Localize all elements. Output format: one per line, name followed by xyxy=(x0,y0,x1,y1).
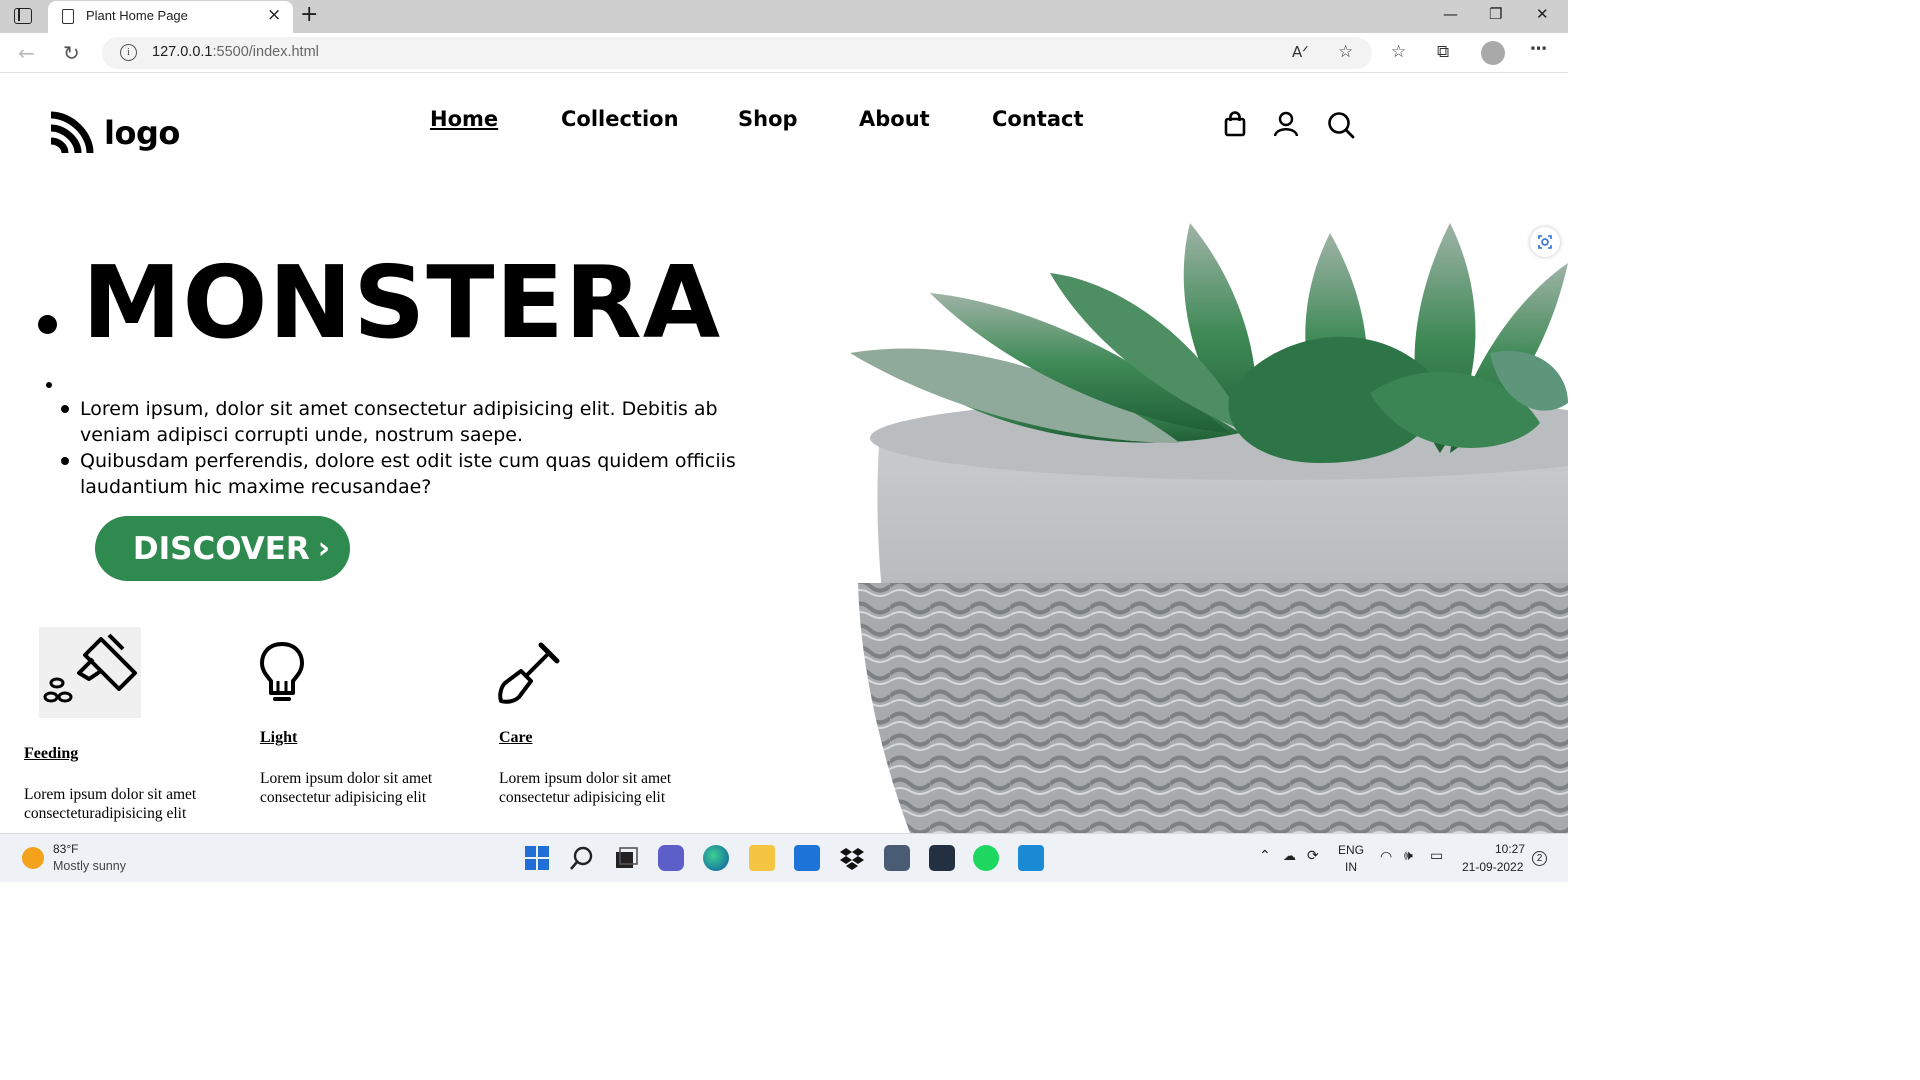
volume-icon[interactable]: 🕪 xyxy=(1404,847,1413,864)
tab-actions-icon[interactable] xyxy=(14,8,32,24)
weather-sun-icon[interactable] xyxy=(22,847,44,869)
minimize-button[interactable]: — xyxy=(1443,5,1458,23)
feature-light-text: Lorem ipsum dolor sit amet consectetur a… xyxy=(260,770,433,806)
list-bullet xyxy=(61,405,69,413)
hero-paragraph-1: Lorem ipsum, dolor sit amet consectetur … xyxy=(80,398,718,446)
show-hidden-icons-icon[interactable]: ⌃ xyxy=(1259,847,1271,864)
nav-collection[interactable]: Collection xyxy=(561,107,679,131)
github-desktop-icon[interactable] xyxy=(884,845,910,871)
weather-temperature[interactable]: 83°F xyxy=(53,842,78,856)
discover-button[interactable]: DISCOVER › xyxy=(95,516,350,581)
site-info-icon[interactable]: i xyxy=(120,44,137,61)
url-text[interactable]: 127.0.0.1:5500/index.html xyxy=(152,44,319,60)
battery-icon[interactable]: ▭ xyxy=(1430,847,1443,864)
new-tab-button[interactable]: + xyxy=(300,2,318,27)
web-page: logo Home Collection Shop About Contact … xyxy=(0,73,1568,833)
region-label[interactable]: IN xyxy=(1345,860,1357,874)
nav-contact[interactable]: Contact xyxy=(992,107,1084,131)
empty-list-bullet xyxy=(46,382,52,388)
feature-feeding-title[interactable]: Feeding xyxy=(24,745,78,763)
visual-search-button[interactable] xyxy=(1530,227,1560,257)
more-options-icon[interactable]: ⋯ xyxy=(1530,39,1547,59)
maximize-button[interactable]: ❐ xyxy=(1489,5,1502,23)
dropbox-icon[interactable] xyxy=(839,845,865,871)
search-icon[interactable] xyxy=(1327,111,1355,139)
list-bullet xyxy=(38,315,57,334)
profile-avatar[interactable] xyxy=(1481,41,1505,65)
nav-about[interactable]: About xyxy=(859,107,930,131)
nav-shop[interactable]: Shop xyxy=(738,107,798,131)
teams-chat-icon[interactable] xyxy=(658,845,684,871)
browser-tab[interactable]: Plant Home Page × xyxy=(48,1,293,33)
watering-can-icon xyxy=(39,627,141,718)
wifi-icon[interactable]: ◠ xyxy=(1380,848,1392,865)
feature-care-text: Lorem ipsum dolor sit amet consectetur a… xyxy=(499,770,672,806)
user-icon[interactable] xyxy=(1273,111,1299,137)
address-bar[interactable]: i 127.0.0.1:5500/index.html Aᐟ ☆ xyxy=(102,37,1372,69)
shovel-icon xyxy=(498,642,560,704)
shopping-bag-icon[interactable] xyxy=(1223,111,1247,137)
list-bullet xyxy=(61,457,69,465)
logo-text: logo xyxy=(104,114,180,152)
address-bar-row: ← ↻ i 127.0.0.1:5500/index.html Aᐟ ☆ ☆ ⧉… xyxy=(0,33,1568,73)
file-explorer-icon[interactable] xyxy=(749,845,775,871)
language-label[interactable]: ENG xyxy=(1338,843,1364,857)
hero-paragraph-2: Quibusdam perferendis, dolore est odit i… xyxy=(80,450,736,498)
clock-date[interactable]: 21-09-2022 xyxy=(1462,860,1523,874)
close-window-button[interactable]: ✕ xyxy=(1536,5,1549,23)
windows-taskbar: 83°F Mostly sunny ⌃ ☁ ⟳ ENG IN ◠ 🕪 ▭ 10:… xyxy=(0,833,1568,882)
hero-title: MONSTERA xyxy=(82,244,722,361)
back-arrow-icon[interactable]: ← xyxy=(18,41,35,65)
cortana-icon[interactable] xyxy=(929,845,955,871)
edge-browser-icon[interactable] xyxy=(703,845,729,871)
start-menu-icon[interactable] xyxy=(524,845,550,871)
close-tab-icon[interactable]: × xyxy=(267,5,281,25)
browser-tab-bar: Plant Home Page × + — ❐ ✕ xyxy=(0,0,1568,33)
refresh-icon[interactable]: ↻ xyxy=(63,41,80,65)
add-favorite-icon[interactable]: ☆ xyxy=(1338,42,1353,62)
favorites-icon[interactable]: ☆ xyxy=(1391,42,1406,62)
page-icon xyxy=(62,9,74,24)
read-aloud-icon[interactable]: Aᐟ xyxy=(1292,43,1309,61)
chevron-right-icon: › xyxy=(317,531,331,566)
taskbar-search-icon[interactable] xyxy=(569,845,595,871)
feature-feeding-text: Lorem ipsum dolor sit amet consecteturad… xyxy=(24,786,197,822)
onedrive-icon[interactable]: ☁ xyxy=(1283,848,1296,864)
mail-icon[interactable] xyxy=(794,845,820,871)
sync-icon[interactable]: ⟳ xyxy=(1307,847,1319,864)
nav-home[interactable]: Home xyxy=(430,107,498,131)
succulent-pot-image xyxy=(850,223,1568,833)
notification-badge[interactable]: 2 xyxy=(1532,851,1547,866)
lens-icon xyxy=(1538,235,1552,249)
tab-title: Plant Home Page xyxy=(86,8,188,23)
feature-light-title[interactable]: Light xyxy=(260,729,297,747)
vscode-icon[interactable] xyxy=(1018,845,1044,871)
weather-description[interactable]: Mostly sunny xyxy=(53,859,126,873)
lightbulb-icon xyxy=(260,642,304,701)
clock-time[interactable]: 10:27 xyxy=(1495,842,1525,856)
site-logo[interactable]: logo xyxy=(48,111,180,155)
task-view-icon[interactable] xyxy=(613,845,639,871)
collections-icon[interactable]: ⧉ xyxy=(1437,42,1449,62)
feature-care-title[interactable]: Care xyxy=(499,729,532,747)
discover-label: DISCOVER xyxy=(132,530,310,567)
spotify-icon[interactable] xyxy=(973,845,999,871)
wifi-logo-icon xyxy=(50,111,94,154)
